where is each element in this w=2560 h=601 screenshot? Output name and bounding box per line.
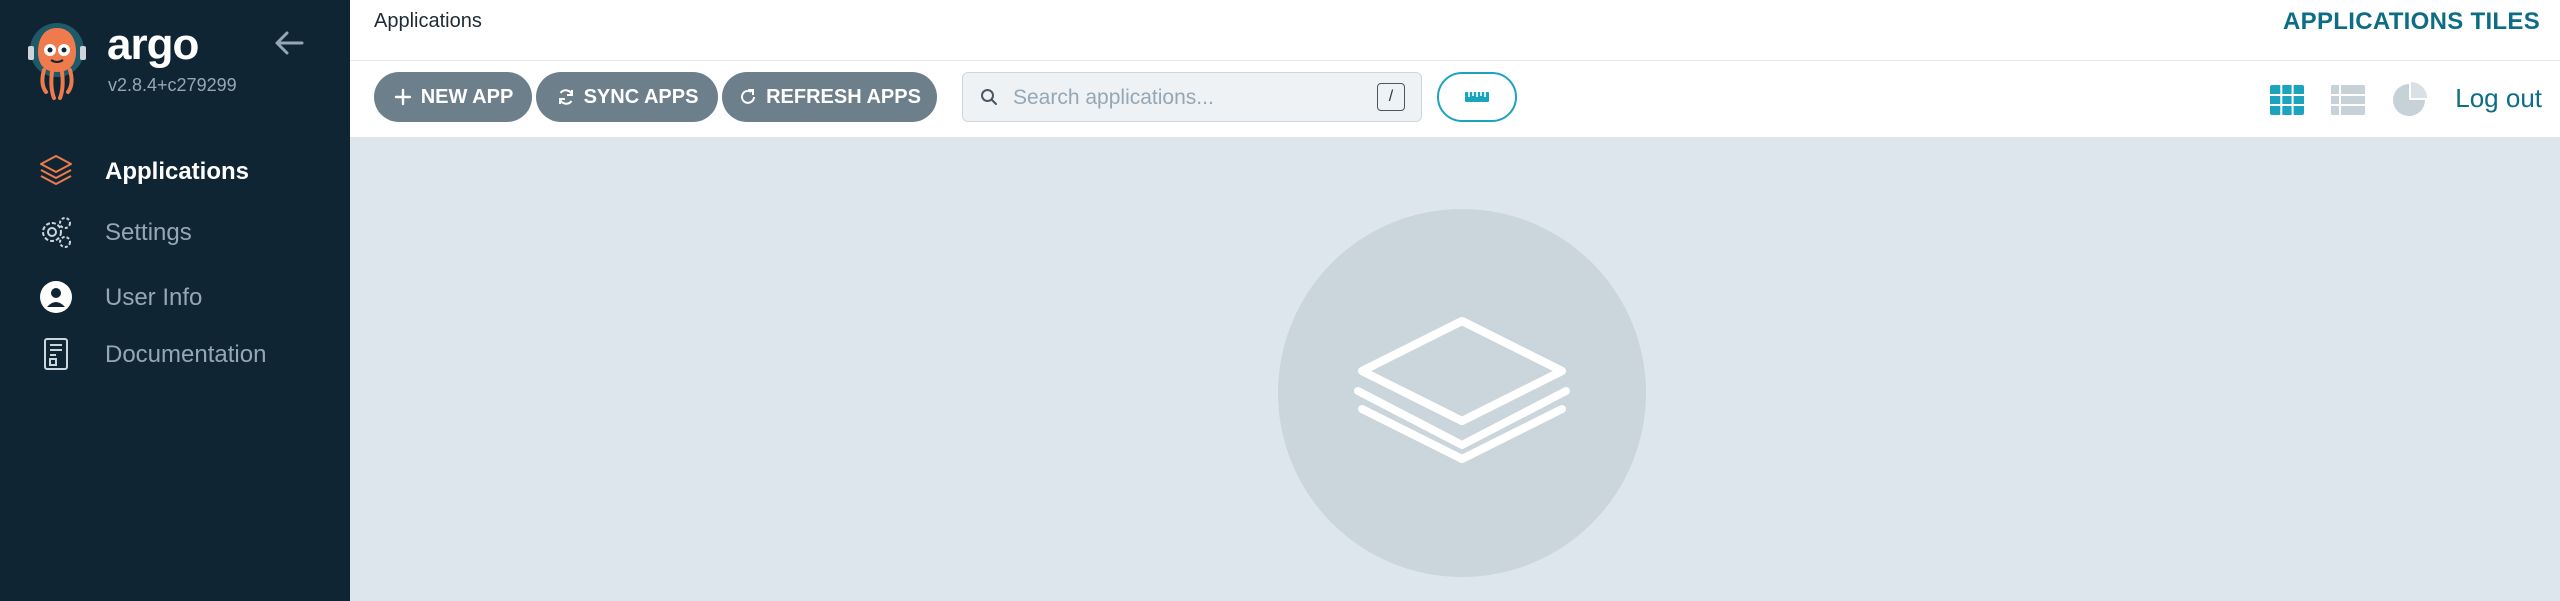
- sync-icon: [558, 89, 573, 105]
- filter-toggle-button[interactable]: [1437, 72, 1517, 122]
- brand-name: argo: [107, 20, 199, 69]
- sidebar-item-label: Applications: [105, 158, 250, 185]
- ruler-icon: [1465, 92, 1489, 102]
- search-box: /: [962, 72, 1422, 122]
- refresh-icon: [741, 89, 756, 104]
- app-version: v2.8.4+c279299: [108, 75, 237, 95]
- breadcrumb[interactable]: Applications: [374, 10, 482, 33]
- search-shortcut-hint: /: [1377, 83, 1405, 111]
- logout-link[interactable]: Log out: [2455, 83, 2542, 114]
- list-view-icon[interactable]: [2329, 81, 2367, 119]
- sidebar-item-settings[interactable]: Settings: [0, 206, 350, 256]
- search-input[interactable]: [1011, 81, 1355, 115]
- arrow-left-icon[interactable]: [272, 26, 306, 60]
- gear-icon: [42, 217, 71, 248]
- page-title: APPLICATIONS TILES: [2283, 8, 2540, 35]
- tiles-view-icon[interactable]: [2268, 81, 2306, 119]
- search-icon: [981, 89, 997, 105]
- sidebar-item-documentation[interactable]: Documentation: [0, 328, 350, 378]
- sync-apps-label: SYNC APPS: [583, 85, 699, 108]
- plus-icon: [394, 88, 411, 106]
- user-circle-icon: [40, 281, 72, 313]
- toolbar: NEW APP SYNC APPS REFRESH APPS /: [350, 61, 2560, 138]
- empty-state-illustration: [1278, 209, 1646, 577]
- sidebar-item-label: User Info: [105, 284, 203, 311]
- sidebar-item-user-info[interactable]: User Info: [0, 271, 350, 321]
- sidebar-item-applications[interactable]: Applications: [0, 145, 350, 195]
- sidebar-item-label: Documentation: [105, 341, 267, 368]
- layers-icon: [1354, 317, 1570, 463]
- top-bar: Applications APPLICATIONS TILES: [350, 0, 2560, 61]
- refresh-apps-label: REFRESH APPS: [766, 85, 921, 108]
- sync-apps-button[interactable]: SYNC APPS: [536, 72, 718, 122]
- summary-pie-icon[interactable]: [2390, 81, 2428, 119]
- layers-icon: [40, 155, 72, 185]
- argo-logo-icon: [28, 23, 86, 100]
- new-app-button[interactable]: NEW APP: [374, 72, 532, 122]
- book-icon: [44, 338, 68, 370]
- sidebar-item-label: Settings: [105, 219, 192, 246]
- new-app-label: NEW APP: [420, 85, 514, 108]
- sidebar: argo v2.8.4+c279299 Applications Setting…: [0, 0, 350, 601]
- refresh-apps-button[interactable]: REFRESH APPS: [722, 72, 937, 122]
